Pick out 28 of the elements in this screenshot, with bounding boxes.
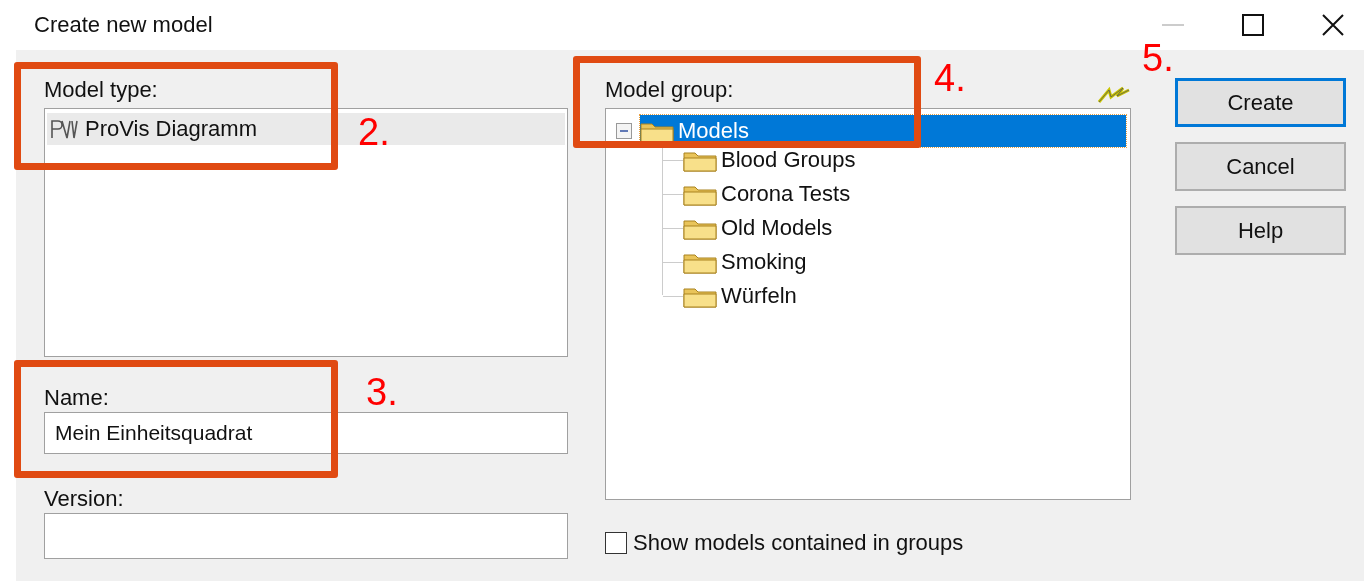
window-title: Create new model xyxy=(34,12,213,38)
list-item[interactable]: ProVis Diagramm xyxy=(85,116,257,142)
step-number: 4. xyxy=(934,58,966,98)
collapse-icon[interactable] xyxy=(616,123,632,139)
field-label: Model type: xyxy=(44,78,158,104)
lightning-icon[interactable] xyxy=(1097,86,1131,104)
field-label: Version: xyxy=(44,487,124,513)
dialog-button[interactable]: Cancel xyxy=(1175,142,1346,191)
name-field[interactable]: Mein Einheitsquadrat xyxy=(44,412,568,454)
tree-item[interactable]: Corona Tests xyxy=(683,178,859,210)
step-number: 5. xyxy=(1142,38,1174,78)
dialog-button[interactable]: Create xyxy=(1175,78,1346,127)
version-field[interactable] xyxy=(44,513,568,559)
step-number: 2. xyxy=(358,112,390,152)
maximize-icon[interactable] xyxy=(1242,14,1264,36)
tree-item[interactable]: Würfeln xyxy=(683,280,805,312)
checkbox[interactable] xyxy=(605,532,627,554)
tree-item[interactable]: Old Models xyxy=(683,212,841,244)
close-icon[interactable] xyxy=(1322,14,1344,36)
show-models-checkbox[interactable]: Show models contained in groups xyxy=(605,530,1131,556)
tree-item[interactable]: Blood Groups xyxy=(683,144,864,176)
step-number: 3. xyxy=(366,372,398,412)
tree-item[interactable]: Smoking xyxy=(683,246,815,278)
model-group-tree[interactable]: Models Blood Groups Corona Tests Old Models Smoking Würfeln xyxy=(605,108,1131,500)
diagram-icon xyxy=(49,118,79,140)
dialog-button[interactable]: Help xyxy=(1175,206,1346,255)
field-label: Name: xyxy=(44,386,109,412)
field-label: Model group: xyxy=(605,78,734,104)
